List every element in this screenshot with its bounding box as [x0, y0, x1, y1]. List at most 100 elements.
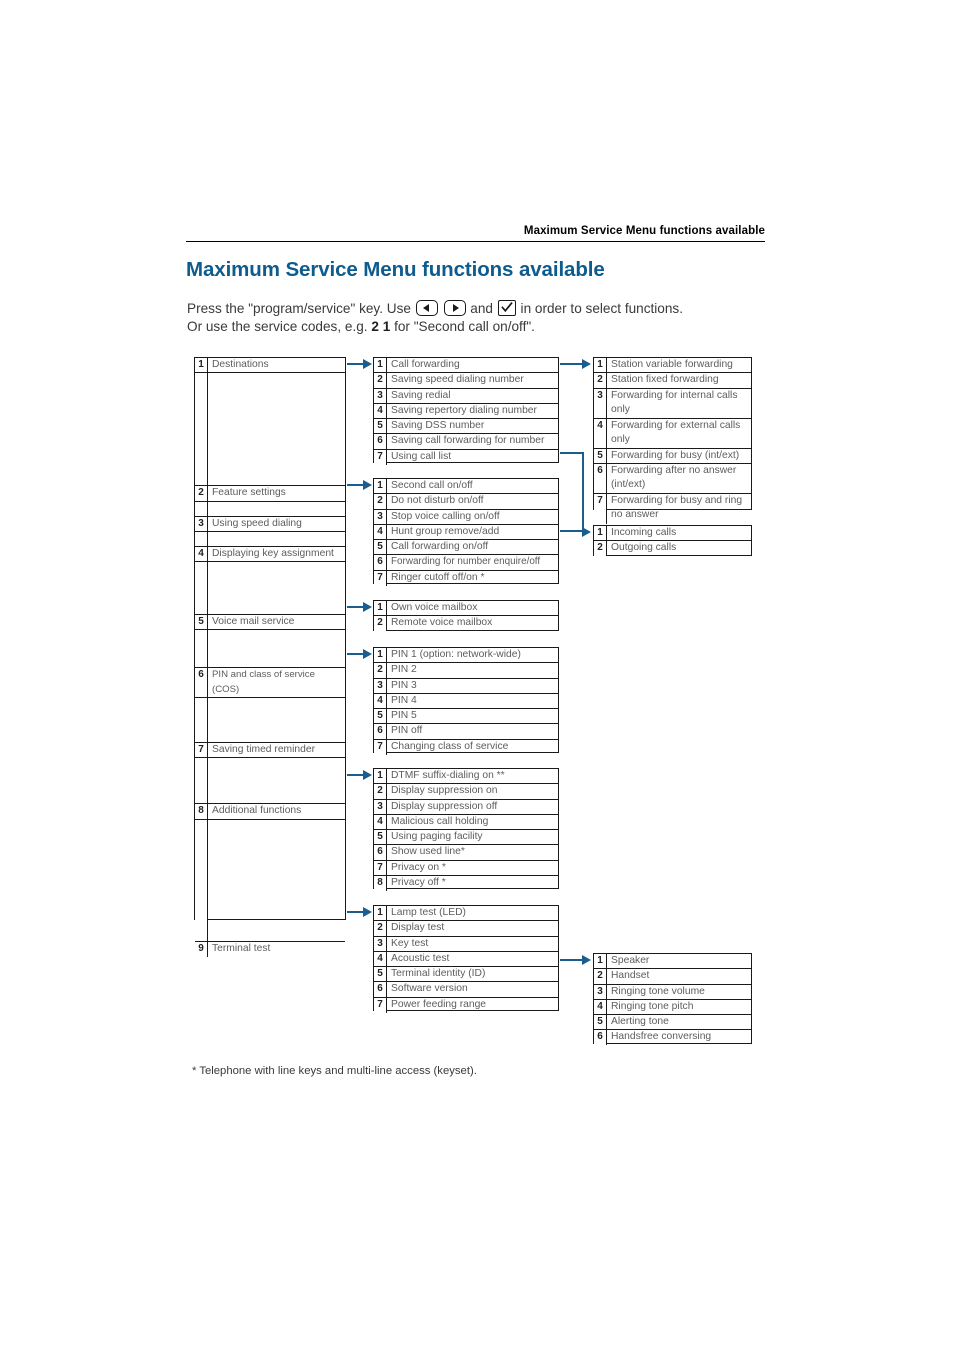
item-label: Saving redial	[391, 389, 451, 401]
spacer-number	[195, 373, 208, 486]
subsubmenu-item-ringing-tone-volume[interactable]: 3 Ringing tone volume	[594, 984, 751, 1000]
submenu-item-power-feeding-range[interactable]: 7 Power feeding range	[374, 997, 558, 1013]
item-number: 3	[374, 936, 387, 951]
submenu-item-hunt-group[interactable]: 4 Hunt group remove/add	[374, 524, 558, 541]
submenu-item-pin-2[interactable]: 2 PIN 2	[374, 663, 558, 679]
subsubmenu-item-forwarding-external-calls[interactable]: 4 Forwarding for external calls only	[594, 418, 751, 449]
submenu-item-saving-dss-number[interactable]: 5 Saving DSS number	[374, 419, 558, 435]
submenu-item-display-suppression-off[interactable]: 3 Display suppression off	[374, 799, 558, 815]
submenu-item-pin-4[interactable]: 4 PIN 4	[374, 693, 558, 710]
subsubmenu-item-speaker[interactable]: 1 Speaker	[594, 954, 751, 970]
submenu-item-saving-speed-dialing-number[interactable]: 2 Saving speed dialing number	[374, 373, 558, 389]
submenu-item-software-version[interactable]: 6 Software version	[374, 982, 558, 998]
spacer-label	[208, 502, 345, 516]
item-label: Terminal test	[212, 942, 271, 954]
menu-item-pin-and-class-of-service[interactable]: 6 PIN and class of service (COS)	[195, 668, 345, 699]
item-number: 3	[195, 516, 208, 531]
item-number: 1	[594, 526, 607, 541]
item-number: 2	[374, 494, 387, 509]
submenu-item-terminal-identity[interactable]: 5 Terminal identity (ID)	[374, 967, 558, 983]
submenu-item-saving-redial[interactable]: 3 Saving redial	[374, 388, 558, 404]
submenu-item-changing-class-of-service[interactable]: 7 Changing class of service	[374, 739, 558, 755]
submenu-item-ringer-cutoff[interactable]: 7 Ringer cutoff off/on *	[374, 570, 558, 586]
submenu-item-lamp-test[interactable]: 1 Lamp test (LED)	[374, 906, 558, 922]
item-number: 3	[374, 799, 387, 814]
subsubmenu-item-forwarding-busy-and-ring[interactable]: 7 Forwarding for busy and ring no answer	[594, 493, 751, 524]
submenu-item-pin-5[interactable]: 5 PIN 5	[374, 709, 558, 725]
subsubmenu-item-station-variable-forwarding[interactable]: 1 Station variable forwarding	[594, 358, 751, 374]
submenu-feature-settings-block: 1 Second call on/off 2 Do not disturb on…	[373, 478, 559, 586]
submenu-item-call-forwarding-onoff[interactable]: 5 Call forwarding on/off	[374, 540, 558, 556]
item-number: 1	[374, 479, 387, 494]
subsubmenu-item-handsfree-conversing[interactable]: 6 Handsfree conversing	[594, 1030, 751, 1046]
item-number: 6	[374, 434, 387, 449]
spacer-label	[208, 698, 345, 742]
item-label: Forwarding after no answer (int/ext)	[611, 464, 737, 491]
item-number: 4	[594, 999, 607, 1015]
menu-item-feature-settings[interactable]: 2 Feature settings	[195, 486, 345, 502]
subsubmenu-call-list-block: 1 Incoming calls 2 Outgoing calls	[593, 525, 752, 557]
submenu-item-own-voice-mailbox[interactable]: 1 Own voice mailbox	[374, 601, 558, 617]
subsubmenu-item-station-fixed-forwarding[interactable]: 2 Station fixed forwarding	[594, 373, 751, 389]
item-number: 7	[594, 493, 607, 524]
item-label: Using speed dialing	[212, 517, 302, 529]
submenu-item-pin-1[interactable]: 1 PIN 1 (option: network-wide)	[374, 648, 558, 664]
menu-item-voice-mail-service[interactable]: 5 Voice mail service	[195, 615, 345, 631]
submenu-item-key-test[interactable]: 3 Key test	[374, 936, 558, 952]
menu-item-saving-timed-reminder[interactable]: 7 Saving timed reminder	[195, 743, 345, 759]
menu-item-terminal-test[interactable]: 9 Terminal test	[195, 941, 345, 957]
submenu-item-call-forwarding[interactable]: 1 Call forwarding	[374, 358, 558, 374]
submenu-item-malicious-call-holding[interactable]: 4 Malicious call holding	[374, 814, 558, 831]
spacer-number	[195, 562, 208, 615]
arrow-head-feature-settings-icon	[363, 479, 372, 490]
item-label: Using paging facility	[391, 831, 483, 843]
item-number: 1	[374, 648, 387, 663]
submenu-item-stop-voice-calling[interactable]: 3 Stop voice calling on/off	[374, 509, 558, 525]
submenu-item-forwarding-for-number-enquire[interactable]: 6 Forwarding for number enquire/off	[374, 555, 558, 571]
item-number: 6	[374, 845, 387, 860]
arrow-head-call-list-icon	[582, 526, 591, 537]
submenu-item-do-not-disturb[interactable]: 2 Do not disturb on/off	[374, 494, 558, 510]
subsubmenu-item-forwarding-after-no-answer[interactable]: 6 Forwarding after no answer (int/ext)	[594, 463, 751, 494]
submenu-item-dtmf-suffix-dialing[interactable]: 1 DTMF suffix-dialing on **	[374, 769, 558, 785]
submenu-item-using-paging-facility[interactable]: 5 Using paging facility	[374, 830, 558, 846]
menu-item-destinations[interactable]: 1 Destinations	[195, 358, 345, 374]
submenu-item-saving-call-forwarding-for-number[interactable]: 6 Saving call forwarding for number	[374, 434, 558, 450]
submenu-pin-cos-block: 1 PIN 1 (option: network-wide) 2 PIN 2 3…	[373, 647, 559, 755]
submenu-item-privacy-on[interactable]: 7 Privacy on *	[374, 860, 558, 877]
item-label: Privacy on *	[391, 861, 446, 873]
item-number: 7	[374, 570, 387, 586]
item-number: 4	[374, 814, 387, 830]
subsubmenu-item-ringing-tone-pitch[interactable]: 4 Ringing tone pitch	[594, 999, 751, 1016]
subsubmenu-item-outgoing-calls[interactable]: 2 Outgoing calls	[594, 541, 751, 557]
submenu-item-using-call-list[interactable]: 7 Using call list	[374, 449, 558, 465]
spacer-number	[195, 698, 208, 743]
submenu-item-display-suppression-on[interactable]: 2 Display suppression on	[374, 784, 558, 800]
menu-item-additional-functions[interactable]: 8 Additional functions	[195, 804, 345, 820]
submenu-item-pin-off[interactable]: 6 PIN off	[374, 724, 558, 740]
submenu-item-display-test[interactable]: 2 Display test	[374, 921, 558, 937]
item-number: 8	[195, 804, 208, 819]
item-label: Handset	[611, 970, 650, 982]
subsubmenu-item-forwarding-internal-calls[interactable]: 3 Forwarding for internal calls only	[594, 388, 751, 419]
menu-item-displaying-key-assignment[interactable]: 4 Displaying key assignment	[195, 546, 345, 563]
item-number: 6	[374, 555, 387, 570]
item-label: Display test	[391, 922, 445, 934]
subsubmenu-item-incoming-calls[interactable]: 1 Incoming calls	[594, 526, 751, 542]
item-label: Ringer cutoff off/on *	[391, 571, 485, 583]
menu-item-using-speed-dialing[interactable]: 3 Using speed dialing	[195, 516, 345, 532]
subsubmenu-item-forwarding-busy[interactable]: 5 Forwarding for busy (int/ext)	[594, 448, 751, 464]
submenu-item-acoustic-test[interactable]: 4 Acoustic test	[374, 951, 558, 968]
submenu-item-second-call[interactable]: 1 Second call on/off	[374, 479, 558, 495]
item-label: PIN 4	[391, 694, 417, 706]
submenu-item-privacy-off[interactable]: 8 Privacy off *	[374, 876, 558, 892]
submenu-item-saving-repertory-dialing-number[interactable]: 4 Saving repertory dialing number	[374, 403, 558, 420]
item-number: 1	[195, 358, 208, 373]
subsubmenu-item-handset[interactable]: 2 Handset	[594, 969, 751, 985]
submenu-item-show-used-line[interactable]: 6 Show used line*	[374, 845, 558, 861]
item-number: 5	[594, 1015, 607, 1030]
spacer-row	[195, 501, 345, 517]
submenu-item-pin-3[interactable]: 3 PIN 3	[374, 678, 558, 694]
submenu-item-remote-voice-mailbox[interactable]: 2 Remote voice mailbox	[374, 616, 558, 632]
subsubmenu-item-alerting-tone[interactable]: 5 Alerting tone	[594, 1015, 751, 1031]
